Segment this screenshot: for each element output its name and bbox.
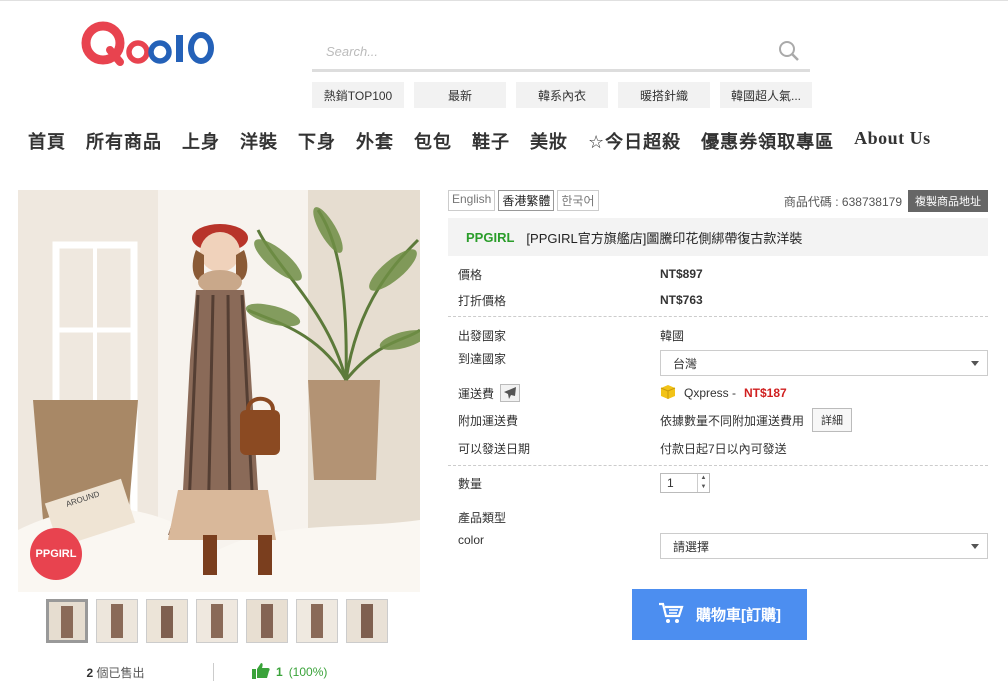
- hot-tag[interactable]: 韓系內衣: [516, 82, 608, 108]
- nav-item-all-products[interactable]: 所有商品: [76, 128, 172, 154]
- nav-item-shoes[interactable]: 鞋子: [462, 128, 520, 154]
- quantity-label: 數量: [458, 476, 483, 491]
- thumbnail[interactable]: [96, 599, 138, 643]
- nav-item-dresses[interactable]: 洋裝: [230, 128, 288, 154]
- search-input[interactable]: [312, 34, 752, 68]
- thumbnail[interactable]: [296, 599, 338, 643]
- thumbs-up-icon: [252, 662, 270, 682]
- qoo10-logo[interactable]: [80, 20, 220, 70]
- shipping-value: Qxpress - NT$187: [660, 384, 787, 403]
- copy-url-button[interactable]: 複製商品地址: [908, 190, 988, 212]
- hot-tag[interactable]: 熱銷TOP100: [312, 82, 404, 108]
- sold-count: 2 個已售出: [86, 665, 145, 680]
- color-label: color: [458, 533, 485, 547]
- nav-item-about-us[interactable]: About Us: [844, 128, 941, 154]
- chevron-down-icon: [971, 544, 979, 549]
- detail-button[interactable]: 詳細: [812, 408, 853, 432]
- spin-down-icon[interactable]: ▼: [698, 483, 709, 492]
- divider: [448, 465, 988, 466]
- package-icon: [660, 384, 676, 403]
- lang-korean[interactable]: 한국어: [557, 190, 599, 211]
- cart-icon: [658, 602, 684, 628]
- add-to-cart-button[interactable]: 購物車[訂購]: [632, 589, 807, 640]
- thumbnail[interactable]: [346, 599, 388, 643]
- product-title-bar: PPGIRL [PPGIRL官方旗艦店]圖騰印花側綁帶復古款洋裝: [448, 218, 988, 256]
- search-bar: [312, 34, 810, 72]
- product-code: 商品代碼 : 638738179: [783, 194, 902, 209]
- product-type-label: 產品類型: [458, 510, 507, 525]
- product-code-row: 商品代碼 : 638738179 複製商品地址: [784, 190, 988, 212]
- nav-item-outerwear[interactable]: 外套: [346, 128, 404, 154]
- main-nav: 首頁 所有商品 上身 洋裝 下身 外套 包包 鞋子 美妝 ☆今日超殺 優惠券領取…: [18, 128, 941, 154]
- nav-item-home[interactable]: 首頁: [18, 128, 76, 154]
- divider: [448, 316, 988, 317]
- extra-fee-label: 附加運送費: [458, 413, 519, 428]
- nav-item-beauty[interactable]: 美妝: [520, 128, 578, 154]
- ppgirl-badge: PPGIRL: [30, 528, 82, 580]
- thumbnail[interactable]: [46, 599, 88, 643]
- product-main-image[interactable]: AROUND PPGIRL: [18, 190, 420, 592]
- nav-item-bottoms[interactable]: 下身: [288, 128, 346, 154]
- language-switcher: English 香港繁體 한국어: [448, 190, 599, 211]
- shop-name[interactable]: PPGIRL: [466, 230, 514, 245]
- lang-traditional-chinese[interactable]: 香港繁體: [498, 190, 555, 211]
- divider: [213, 663, 214, 681]
- nav-item-coupons[interactable]: 優惠券領取專區: [691, 128, 844, 154]
- chevron-down-icon: [971, 361, 979, 366]
- discount-price: NT$763: [660, 293, 703, 307]
- hot-tag[interactable]: 暖搭針織: [618, 82, 710, 108]
- thumbnail-strip: [46, 599, 388, 643]
- shipping-label: 運送費: [458, 386, 495, 401]
- extra-fee-value: 依據數量不同附加運送費用: [660, 413, 805, 428]
- sales-stats: 2 個已售出 1 (100%): [18, 660, 420, 684]
- nav-item-tops[interactable]: 上身: [172, 128, 230, 154]
- thumbnail[interactable]: [146, 599, 188, 643]
- discount-label: 打折價格: [458, 293, 507, 308]
- destination-label: 到達國家: [458, 352, 507, 366]
- destination-select[interactable]: 台灣: [660, 350, 988, 376]
- top-divider: [0, 0, 1008, 1]
- lang-english[interactable]: English: [448, 190, 496, 211]
- nav-item-bags[interactable]: 包包: [404, 128, 462, 154]
- likes[interactable]: 1 (100%): [252, 662, 327, 682]
- nav-item-daily-deals[interactable]: ☆今日超殺: [578, 128, 691, 154]
- ship-date-label: 可以發送日期: [458, 441, 531, 456]
- product-title: [PPGIRL官方旗艦店]圖騰印花側綁帶復古款洋裝: [526, 230, 803, 246]
- ship-date-value: 付款日起7日以內可發送: [660, 441, 787, 456]
- hot-tag[interactable]: 最新: [414, 82, 506, 108]
- color-select[interactable]: 請選擇: [660, 533, 988, 559]
- spin-up-icon[interactable]: ▲: [698, 474, 709, 483]
- price-value: NT$897: [660, 267, 703, 281]
- hot-tags: 熱銷TOP100 最新 韓系內衣 暖搭針織 韓國超人氣...: [312, 82, 812, 108]
- price-label: 價格: [458, 267, 483, 282]
- origin-value: 韓國: [660, 328, 685, 343]
- search-icon[interactable]: [778, 40, 800, 62]
- hot-tag[interactable]: 韓國超人氣...: [720, 82, 812, 108]
- thumbnail[interactable]: [246, 599, 288, 643]
- quantity-stepper[interactable]: 1 ▲ ▼: [660, 473, 710, 493]
- origin-label: 出發國家: [458, 328, 507, 343]
- airplane-icon[interactable]: [500, 384, 521, 402]
- thumbnail[interactable]: [196, 599, 238, 643]
